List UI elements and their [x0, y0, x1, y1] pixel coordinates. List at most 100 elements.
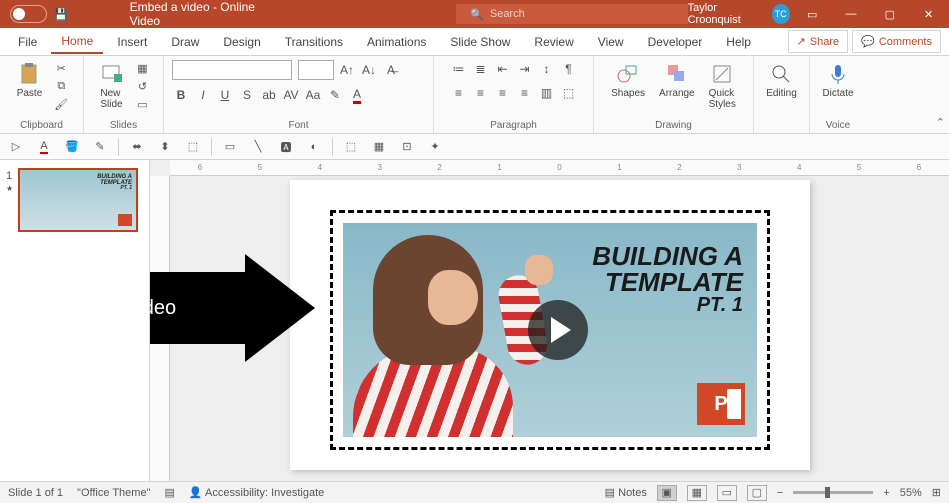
underline-button[interactable]: U — [216, 86, 234, 104]
columns-icon[interactable]: ▥ — [538, 84, 556, 102]
tab-home[interactable]: Home — [51, 30, 103, 54]
shadow-button[interactable]: ab — [260, 86, 278, 104]
line-spacing-icon[interactable]: ↕ — [538, 60, 556, 78]
tab-slideshow[interactable]: Slide Show — [440, 31, 520, 53]
increase-font-icon[interactable]: A↑ — [338, 61, 356, 79]
tab-file[interactable]: File — [8, 31, 47, 53]
maximize-icon[interactable]: ▢ — [873, 0, 906, 28]
spacing-button[interactable]: AV — [282, 86, 300, 104]
section-icon[interactable]: ▭ — [134, 96, 152, 112]
search-box[interactable]: 🔍 Search — [456, 4, 687, 24]
numbering-icon[interactable]: ≣ — [472, 60, 490, 78]
thumbnail-pane[interactable]: 1 ★ BUILDING ATEMPLATEPT. 1 — [0, 160, 150, 481]
qat-outline-icon[interactable]: ✎ — [90, 137, 110, 157]
tab-animations[interactable]: Animations — [357, 31, 436, 53]
cut-icon[interactable]: ✂ — [52, 60, 70, 76]
format-painter-icon[interactable]: 🖌 — [52, 96, 70, 112]
tab-design[interactable]: Design — [213, 31, 270, 53]
horizontal-ruler: 6543210123456 — [170, 160, 949, 176]
share-button[interactable]: ↗Share — [788, 30, 849, 53]
text-direction-icon[interactable]: ¶ — [560, 60, 578, 78]
clear-format-icon[interactable]: A̶ — [382, 61, 400, 79]
qat-crop-icon[interactable]: ⊡ — [397, 137, 417, 157]
font-size-select[interactable] — [298, 60, 334, 80]
reading-view-icon[interactable]: ▭ — [717, 485, 737, 501]
slideshow-view-icon[interactable]: ▢ — [747, 485, 767, 501]
fit-window-icon[interactable]: ⊞ — [932, 486, 941, 499]
qat-font-color-icon[interactable]: A — [34, 137, 54, 157]
tab-help[interactable]: Help — [716, 31, 761, 53]
sorter-view-icon[interactable]: ▦ — [687, 485, 707, 501]
qat-rectangle-icon[interactable]: ▭ — [220, 137, 240, 157]
qat-line-icon[interactable]: ╲ — [248, 137, 268, 157]
user-avatar[interactable]: TC — [772, 4, 790, 24]
align-left-icon[interactable]: ≡ — [450, 84, 468, 102]
dictate-button[interactable]: Dictate — [818, 60, 857, 101]
align-center-icon[interactable]: ≡ — [472, 84, 490, 102]
qat-textbox-icon[interactable]: 🅰 — [276, 137, 296, 157]
copy-icon[interactable]: ⧉ — [52, 78, 70, 94]
slide[interactable]: BUILDING A TEMPLATE PT. 1 P — [290, 180, 810, 470]
strike-button[interactable]: S — [238, 86, 256, 104]
quickstyles-button[interactable]: Quick Styles — [705, 60, 740, 112]
editing-button[interactable]: Editing — [762, 60, 801, 101]
qat-align-left-icon[interactable]: ⬌ — [127, 137, 147, 157]
tab-transitions[interactable]: Transitions — [275, 31, 353, 53]
video-placeholder-frame[interactable]: BUILDING A TEMPLATE PT. 1 P — [330, 210, 770, 450]
zoom-level[interactable]: 55% — [900, 487, 922, 499]
font-color-icon[interactable]: A — [348, 86, 366, 104]
new-slide-button[interactable]: New Slide — [96, 60, 128, 112]
embedded-video[interactable]: BUILDING A TEMPLATE PT. 1 P — [343, 223, 757, 437]
accessibility-status[interactable]: 👤 Accessibility: Investigate — [189, 486, 324, 499]
save-icon[interactable]: 💾 — [53, 6, 70, 22]
zoom-in-icon[interactable]: + — [883, 487, 889, 499]
ribbon-display-icon[interactable]: ▭ — [796, 0, 829, 28]
layout-icon[interactable]: ▦ — [134, 60, 152, 76]
spellcheck-icon[interactable]: ▤ — [164, 486, 174, 499]
smartart-icon[interactable]: ⬚ — [560, 84, 578, 102]
tab-review[interactable]: Review — [524, 31, 583, 53]
zoom-out-icon[interactable]: − — [777, 487, 783, 499]
font-family-select[interactable] — [172, 60, 292, 80]
decrease-font-icon[interactable]: A↓ — [360, 61, 378, 79]
shapes-button[interactable]: Shapes — [607, 60, 649, 101]
qat-fill-icon[interactable]: 🪣 — [62, 137, 82, 157]
qat-effects-icon[interactable]: ✦ — [425, 137, 445, 157]
qat-merge-icon[interactable]: ◐ — [304, 137, 324, 157]
bold-button[interactable]: B — [172, 86, 190, 104]
qat-select-icon[interactable]: ⬚ — [341, 137, 361, 157]
find-icon — [769, 62, 793, 86]
tab-view[interactable]: View — [588, 31, 634, 53]
case-button[interactable]: Aa — [304, 86, 322, 104]
italic-button[interactable]: I — [194, 86, 212, 104]
notes-button[interactable]: ▤ Notes — [605, 486, 647, 499]
comments-button[interactable]: 💬Comments — [852, 30, 941, 53]
autosave-toggle[interactable] — [10, 5, 47, 23]
indent-more-icon[interactable]: ⇥ — [516, 60, 534, 78]
minimize-icon[interactable]: — — [835, 0, 868, 28]
tab-draw[interactable]: Draw — [161, 31, 209, 53]
tab-insert[interactable]: Insert — [107, 31, 157, 53]
bullets-icon[interactable]: ≔ — [450, 60, 468, 78]
align-right-icon[interactable]: ≡ — [494, 84, 512, 102]
indent-less-icon[interactable]: ⇤ — [494, 60, 512, 78]
workspace: 1 ★ BUILDING ATEMPLATEPT. 1 654321012345… — [0, 160, 949, 481]
play-button-icon[interactable] — [528, 300, 588, 360]
statusbar: Slide 1 of 1 "Office Theme" ▤ 👤 Accessib… — [0, 481, 949, 503]
paste-button[interactable]: Paste — [13, 60, 47, 101]
qat-align-top-icon[interactable]: ⬍ — [155, 137, 175, 157]
close-icon[interactable]: ✕ — [912, 0, 945, 28]
justify-icon[interactable]: ≡ — [516, 84, 534, 102]
zoom-slider[interactable] — [793, 491, 873, 494]
collapse-ribbon-icon[interactable]: ⌃ — [936, 116, 945, 129]
reset-icon[interactable]: ↺ — [134, 78, 152, 94]
arrange-button[interactable]: Arrange — [655, 60, 699, 101]
slide-canvas[interactable]: 6543210123456 BUILDING A TEMPLATE PT. 1 … — [150, 160, 949, 481]
highlight-icon[interactable]: ✎ — [326, 86, 344, 104]
normal-view-icon[interactable]: ▣ — [657, 485, 677, 501]
slide-thumbnail-1[interactable]: 1 ★ BUILDING ATEMPLATEPT. 1 — [18, 168, 138, 232]
qat-group-icon[interactable]: ⬚ — [183, 137, 203, 157]
qat-overlap-icon[interactable]: ▦ — [369, 137, 389, 157]
qat-start-icon[interactable]: ▷ — [6, 137, 26, 157]
tab-developer[interactable]: Developer — [638, 31, 713, 53]
